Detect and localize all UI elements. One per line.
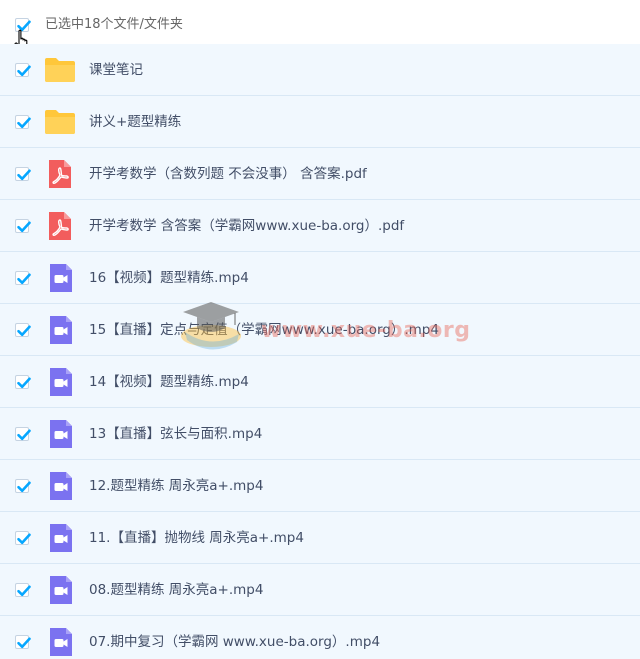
checkmark-icon (17, 429, 31, 441)
video-icon (45, 420, 75, 448)
file-checkbox[interactable] (15, 531, 31, 545)
file-name[interactable]: 开学考数学 含答案（学霸网www.xue-ba.org）.pdf (89, 217, 404, 235)
file-row[interactable]: 开学考数学（含数列题 不会没事） 含答案.pdf (0, 148, 640, 200)
file-row[interactable]: 14【视频】题型精练.mp4 (0, 356, 640, 408)
file-row[interactable]: 讲义+题型精练 (0, 96, 640, 148)
checkmark-icon (17, 481, 31, 493)
selected-count-text: 已选中18个文件/文件夹 (45, 17, 183, 32)
file-name[interactable]: 开学考数学（含数列题 不会没事） 含答案.pdf (89, 165, 367, 183)
pdf-icon (45, 212, 75, 240)
file-name[interactable]: 12.题型精练 周永亮a+.mp4 (89, 477, 263, 495)
file-checkbox[interactable] (15, 479, 31, 493)
pdf-icon (45, 160, 75, 188)
file-checkbox[interactable] (15, 375, 31, 389)
file-checkbox[interactable] (15, 271, 31, 285)
file-checkbox[interactable] (15, 635, 31, 649)
folder-icon (45, 108, 75, 136)
file-name[interactable]: 14【视频】题型精练.mp4 (89, 373, 249, 391)
checkmark-icon (17, 65, 31, 77)
file-checkbox[interactable] (15, 115, 31, 129)
file-row[interactable]: 08.题型精练 周永亮a+.mp4 (0, 564, 640, 616)
file-row[interactable]: 16【视频】题型精练.mp4 (0, 252, 640, 304)
file-checkbox[interactable] (15, 323, 31, 337)
file-name[interactable]: 08.题型精练 周永亮a+.mp4 (89, 581, 263, 599)
file-list-page: 已选中18个文件/文件夹 课堂笔记讲义+题型精练开学考数学（含数列题 不会没事）… (0, 0, 640, 659)
file-name[interactable]: 讲义+题型精练 (89, 113, 181, 131)
file-row[interactable]: 课堂笔记 (0, 44, 640, 96)
file-row[interactable]: 12.题型精练 周永亮a+.mp4 (0, 460, 640, 512)
file-row[interactable]: 开学考数学 含答案（学霸网www.xue-ba.org）.pdf (0, 200, 640, 252)
file-checkbox[interactable] (15, 427, 31, 441)
file-checkbox[interactable] (15, 219, 31, 233)
video-icon (45, 264, 75, 292)
file-row[interactable]: 15【直播】定点与定值（学霸网www.xue-ba.org）.mp4 (0, 304, 640, 356)
checkmark-icon (17, 221, 31, 233)
file-checkbox[interactable] (15, 167, 31, 181)
checkmark-icon (17, 325, 31, 337)
file-checkbox[interactable] (15, 583, 31, 597)
file-name[interactable]: 11.【直播】抛物线 周永亮a+.mp4 (89, 529, 304, 547)
checkmark-icon (17, 637, 31, 649)
video-icon (45, 628, 75, 656)
file-checkbox[interactable] (15, 63, 31, 77)
video-icon (45, 524, 75, 552)
file-name[interactable]: 16【视频】题型精练.mp4 (89, 269, 249, 287)
checkmark-icon (17, 169, 31, 181)
folder-icon (45, 56, 75, 84)
file-name[interactable]: 课堂笔记 (89, 61, 143, 79)
checkmark-icon (17, 377, 31, 389)
selection-header: 已选中18个文件/文件夹 (0, 0, 640, 52)
file-list: 课堂笔记讲义+题型精练开学考数学（含数列题 不会没事） 含答案.pdf 开学考数学… (0, 44, 640, 659)
file-name[interactable]: 07.期中复习（学霸网 www.xue-ba.org）.mp4 (89, 633, 380, 651)
video-icon (45, 576, 75, 604)
file-name[interactable]: 15【直播】定点与定值（学霸网www.xue-ba.org）.mp4 (89, 321, 439, 339)
checkmark-icon (17, 533, 31, 545)
checkmark-icon (17, 117, 31, 129)
checkmark-icon (17, 585, 31, 597)
checkmark-icon (17, 273, 31, 285)
file-row[interactable]: 07.期中复习（学霸网 www.xue-ba.org）.mp4 (0, 616, 640, 659)
file-row[interactable]: 11.【直播】抛物线 周永亮a+.mp4 (0, 512, 640, 564)
file-row[interactable]: 13【直播】弦长与面积.mp4 (0, 408, 640, 460)
video-icon (45, 368, 75, 396)
file-name[interactable]: 13【直播】弦长与面积.mp4 (89, 425, 262, 443)
video-icon (45, 472, 75, 500)
video-icon (45, 316, 75, 344)
